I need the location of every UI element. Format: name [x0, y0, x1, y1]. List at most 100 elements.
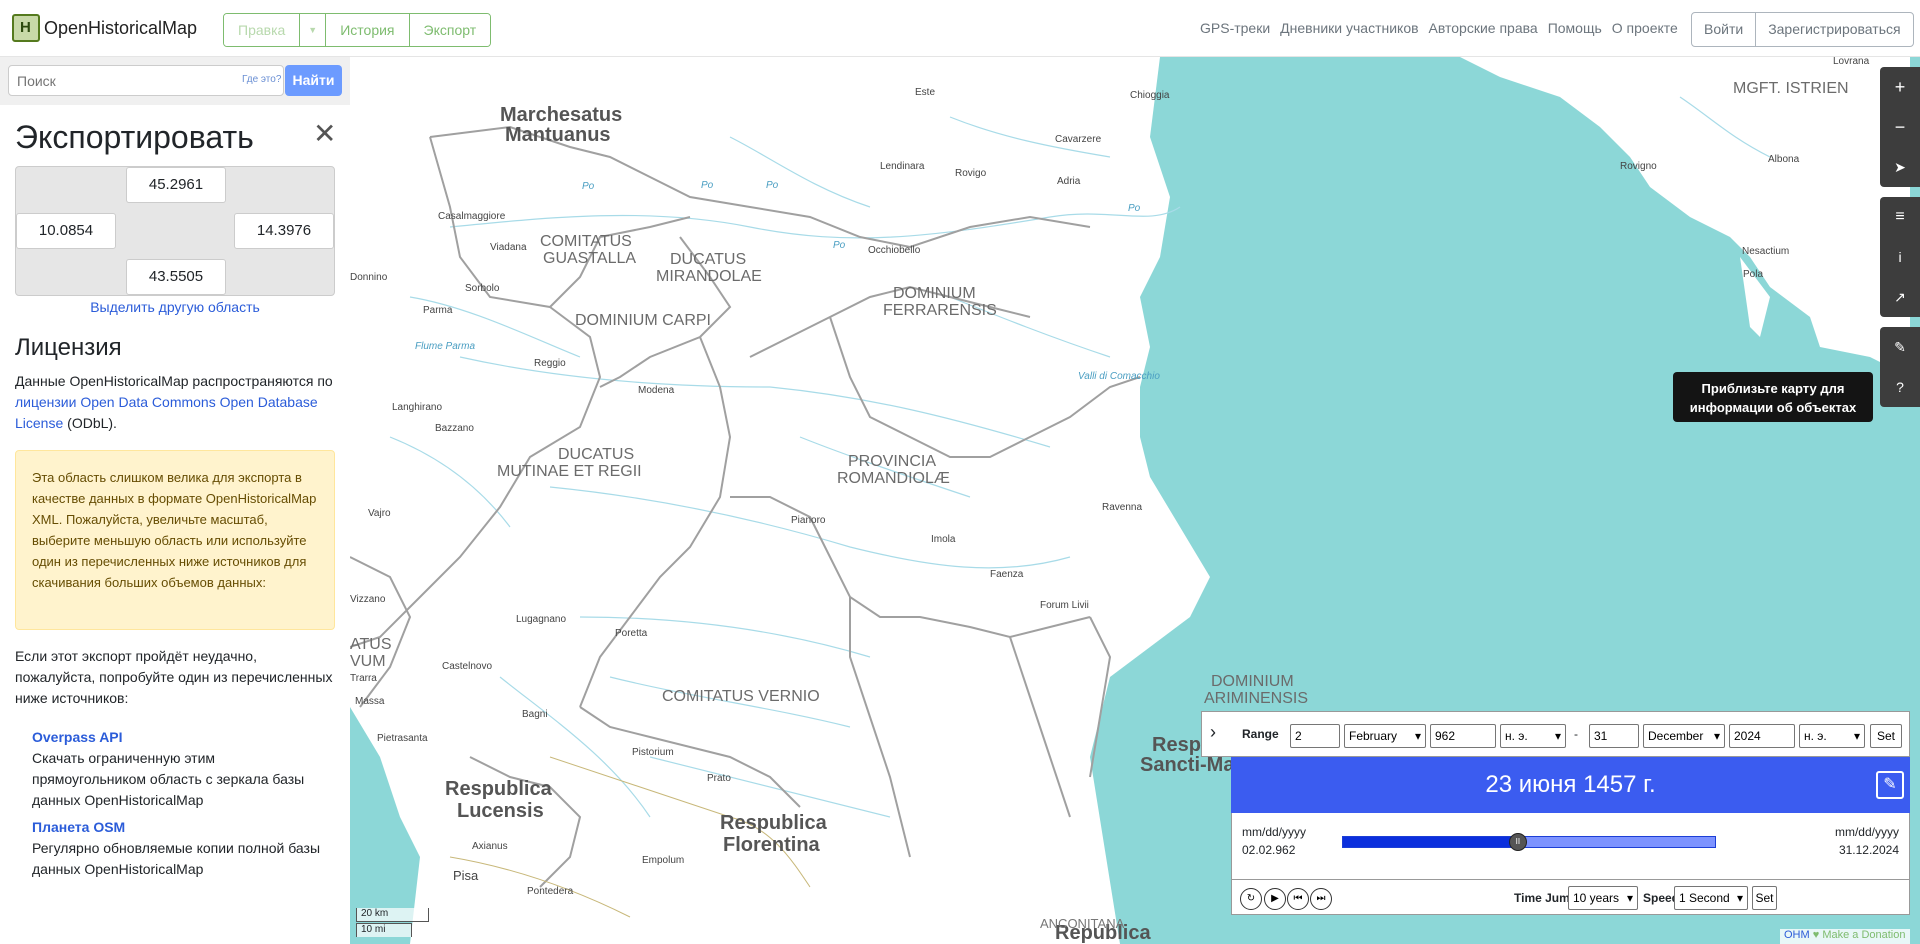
speed-set-button[interactable]: Set [1752, 886, 1777, 910]
prev-icon[interactable]: ⏮ [1287, 888, 1309, 910]
map-water-label: Po [701, 180, 714, 191]
map-city-label: Chioggia [1130, 90, 1170, 101]
start-era-select[interactable]: н. э. [1500, 724, 1566, 748]
donate-link[interactable]: Make a Donation [1822, 929, 1905, 941]
ohm-logo[interactable]: H [12, 14, 40, 42]
nav-help[interactable]: Помощь [1548, 20, 1602, 36]
range-row: › Range 2 February 962 н. э. - 31 Decemb… [1201, 711, 1910, 757]
range-dash: - [1574, 727, 1578, 741]
map-label-region: GUASTALLA [543, 250, 637, 267]
chevron-right-icon[interactable]: › [1210, 722, 1216, 743]
map-city-label: Pianoro [791, 515, 826, 526]
nav-about[interactable]: О проекте [1612, 20, 1678, 36]
time-slider-panel: › Range 2 February 962 н. э. - 31 Decemb… [1201, 711, 1910, 926]
end-year-input[interactable]: 2024 [1729, 724, 1795, 748]
edit-button[interactable]: Правка [224, 14, 301, 46]
slider-fill [1343, 837, 1518, 847]
map-label-region: ATUS [350, 636, 392, 653]
map-city-label: Bazzano [435, 423, 474, 434]
layers-icon[interactable]: ≡ [1880, 197, 1920, 237]
max-date: 31.12.2024 [1838, 843, 1899, 857]
map-city-label: Empolum [642, 855, 685, 866]
play-icon[interactable]: ▶ [1264, 888, 1286, 910]
export-button[interactable]: Экспорт [409, 14, 491, 46]
edit-dropdown-caret-icon[interactable]: ▼ [300, 14, 327, 46]
map-city-label: Adria [1057, 176, 1081, 187]
map-city-label: Poretta [615, 628, 648, 639]
bbox-south-input[interactable]: 43.5505 [126, 259, 226, 295]
zoom-out-icon[interactable]: − [1880, 107, 1920, 147]
add-note-icon[interactable]: ✎ [1880, 327, 1920, 367]
search-submit-button[interactable]: Найти [285, 65, 342, 96]
where-is-this-link[interactable]: Где это? [242, 74, 281, 85]
zoom-in-icon[interactable]: + [1880, 67, 1920, 107]
start-day-input[interactable]: 2 [1290, 724, 1340, 748]
bbox-east-input[interactable]: 14.3976 [234, 213, 334, 249]
map-city-label: Prato [707, 773, 731, 784]
speed-select[interactable]: 1 Second [1674, 886, 1748, 910]
map-label-region: DOMINIUM [893, 285, 976, 302]
range-set-button[interactable]: Set [1870, 724, 1902, 748]
end-month-select[interactable]: December [1643, 724, 1725, 748]
range-label: Range [1242, 727, 1279, 741]
geolocate-icon[interactable]: ➤ [1880, 147, 1920, 187]
time-jump-select[interactable]: 10 years [1568, 886, 1638, 910]
query-features-icon[interactable]: ? [1880, 367, 1920, 407]
start-year-input[interactable]: 962 [1430, 724, 1496, 748]
end-day-input[interactable]: 31 [1589, 724, 1639, 748]
map-city-label: Vizzano [350, 594, 386, 605]
login-button[interactable]: Войти [1692, 13, 1757, 46]
edit-date-pencil-icon[interactable]: ✎ [1876, 771, 1904, 799]
current-date-bar: 23 июня 1457 г. ✎ [1231, 757, 1910, 813]
heart-icon: ♥ [1812, 929, 1820, 941]
brand-name[interactable]: OpenHistoricalMap [44, 18, 197, 39]
start-month-select[interactable]: February [1344, 724, 1426, 748]
slider-track[interactable]: II [1342, 833, 1716, 851]
map-city-label: Lovrana [1833, 57, 1870, 67]
map-city-label: Pontedera [527, 886, 574, 897]
map-city-label: Occhiobello [868, 245, 921, 256]
bbox-north-input[interactable]: 45.2961 [126, 167, 226, 203]
map-city-label: Pietrasanta [377, 733, 428, 744]
info-icon[interactable]: i [1880, 237, 1920, 277]
slider-thumb[interactable]: II [1508, 833, 1527, 851]
map-label-region: MUTINAE ET REGII [497, 463, 642, 480]
map-water-label: Valli di Comacchio [1078, 371, 1160, 382]
next-icon[interactable]: ⏭ [1310, 888, 1332, 910]
history-button[interactable]: История [326, 14, 410, 46]
edit-tabs: Правка ▼ История Экспорт [223, 13, 492, 47]
attribution-ohm-link[interactable]: OHM [1784, 929, 1810, 941]
map-label-region: COMITATUS [540, 233, 632, 250]
map-city-label: Forum Livii [1040, 600, 1089, 611]
min-date-format: mm/dd/yyyy [1242, 825, 1307, 839]
source-overpass: Overpass API Скачать ограниченную этим п… [32, 727, 332, 811]
nav-gps-traces[interactable]: GPS-треки [1200, 20, 1270, 36]
map-label-region: ARIMINENSIS [1204, 690, 1309, 707]
share-icon[interactable]: ↗ [1880, 277, 1920, 317]
bbox-west-input[interactable]: 10.0854 [16, 213, 116, 249]
map-city-label: Faenza [990, 569, 1024, 580]
reset-icon[interactable]: ↻ [1240, 888, 1262, 910]
overpass-link[interactable]: Overpass API [32, 727, 332, 748]
map-water-label: Po [1128, 203, 1141, 214]
planet-link[interactable]: Планета OSM [32, 817, 332, 838]
map-label-big: Lucensis [457, 800, 544, 822]
map-label-big: Marchesatus [500, 104, 623, 126]
max-date-format: mm/dd/yyyy [1834, 825, 1899, 839]
license-link[interactable]: лицензии Open Data Commons Open Database… [15, 394, 318, 431]
map-city-label: Pistorium [632, 747, 674, 758]
nav-copyright[interactable]: Авторские права [1429, 20, 1538, 36]
map-label-region: DUCATUS [670, 251, 747, 268]
map-city-label: Donnino [350, 272, 388, 283]
end-era-select[interactable]: н. э. [1799, 724, 1865, 748]
export-fail-text: Если этот экспорт пройдёт неудачно, пожа… [15, 648, 333, 706]
map-label-region: COMITATUS VERNIO [662, 688, 820, 705]
nav-user-diaries[interactable]: Дневники участников [1280, 20, 1418, 36]
map-city-label: Lendinara [880, 161, 925, 172]
select-other-area-link[interactable]: Выделить другую область [0, 299, 350, 315]
map-label-region: PROVINCIA [848, 453, 937, 470]
map-city-label: Sorbolo [465, 283, 500, 294]
close-icon[interactable]: ✕ [313, 117, 336, 150]
signup-button[interactable]: Зарегистрироваться [1756, 13, 1912, 46]
map-city-label: Rovigo [955, 168, 987, 179]
